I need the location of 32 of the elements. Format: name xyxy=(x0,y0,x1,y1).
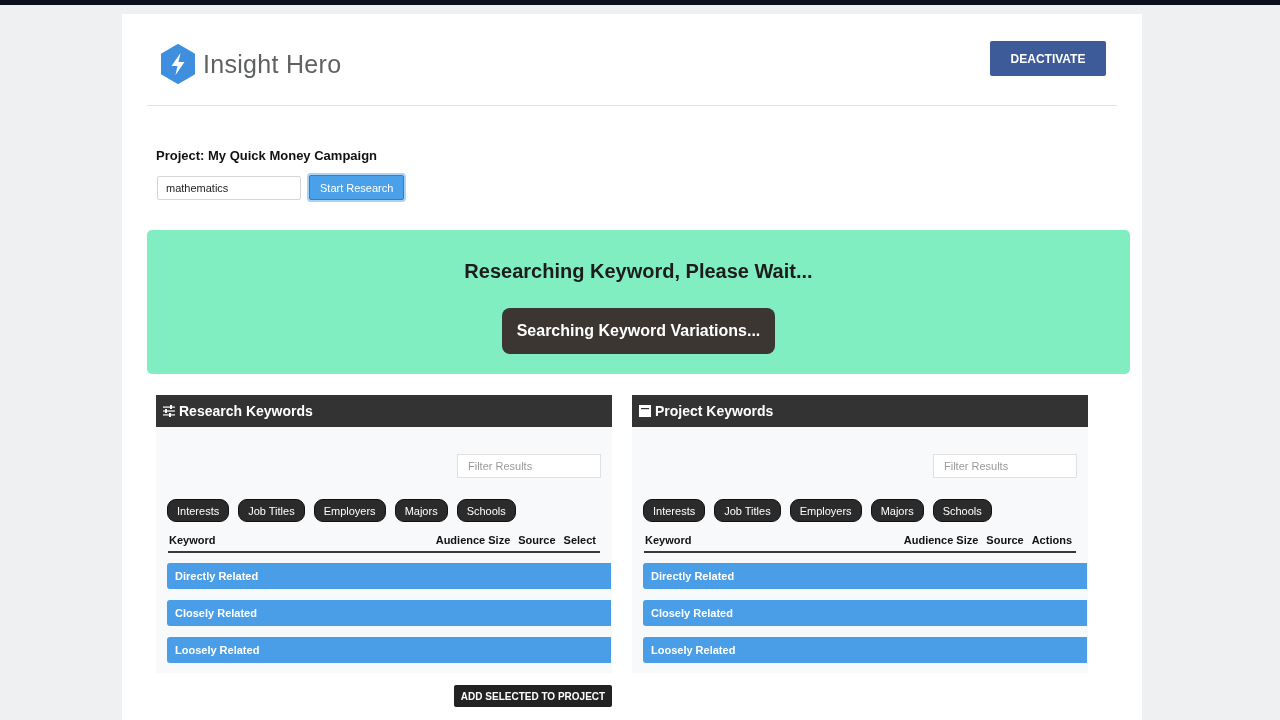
sliders-icon xyxy=(163,405,175,417)
add-selected-button[interactable]: ADD SELECTED TO PROJECT xyxy=(454,685,612,707)
filter-field[interactable]: Filter Results xyxy=(933,454,1077,478)
brand-name: Insight Hero xyxy=(203,49,342,79)
filter-field[interactable]: Filter Results xyxy=(457,454,601,478)
category-chip[interactable]: Interests xyxy=(167,499,230,522)
column-header: Source xyxy=(518,533,556,547)
column-header: Select xyxy=(563,533,596,547)
category-chip[interactable]: Majors xyxy=(870,499,924,522)
status-pill: Searching Keyword Variations... xyxy=(501,308,776,354)
column-header: Audience Size xyxy=(903,533,979,547)
category-chip[interactable]: Interests xyxy=(643,499,706,522)
column-header: Keyword xyxy=(645,533,693,547)
banner-title: Researching Keyword, Please Wait... xyxy=(464,260,813,282)
column-header: Keyword xyxy=(169,533,217,547)
panel-title: Project Keywords xyxy=(655,403,774,419)
project-title: Project: My Quick Money Campaign xyxy=(156,148,379,164)
category-chip[interactable]: Majors xyxy=(394,499,448,522)
box-icon xyxy=(639,405,651,417)
deactivate-button[interactable]: DEACTIVATE xyxy=(990,41,1106,76)
keyword-field[interactable]: mathematics xyxy=(157,175,301,200)
hexagon-bolt-logo-icon xyxy=(160,44,196,84)
category-chip[interactable]: Schools xyxy=(456,499,516,522)
category-chip[interactable]: Job Titles xyxy=(714,499,781,522)
category-chip[interactable]: Employers xyxy=(789,499,862,522)
column-header: Source xyxy=(986,533,1024,547)
column-header: Actions xyxy=(1031,533,1072,547)
category-chip[interactable]: Job Titles xyxy=(238,499,305,522)
panel-title: Research Keywords xyxy=(179,403,313,419)
category-chip[interactable]: Schools xyxy=(932,499,992,522)
category-chip[interactable]: Employers xyxy=(313,499,386,522)
column-header: Audience Size xyxy=(435,533,511,547)
